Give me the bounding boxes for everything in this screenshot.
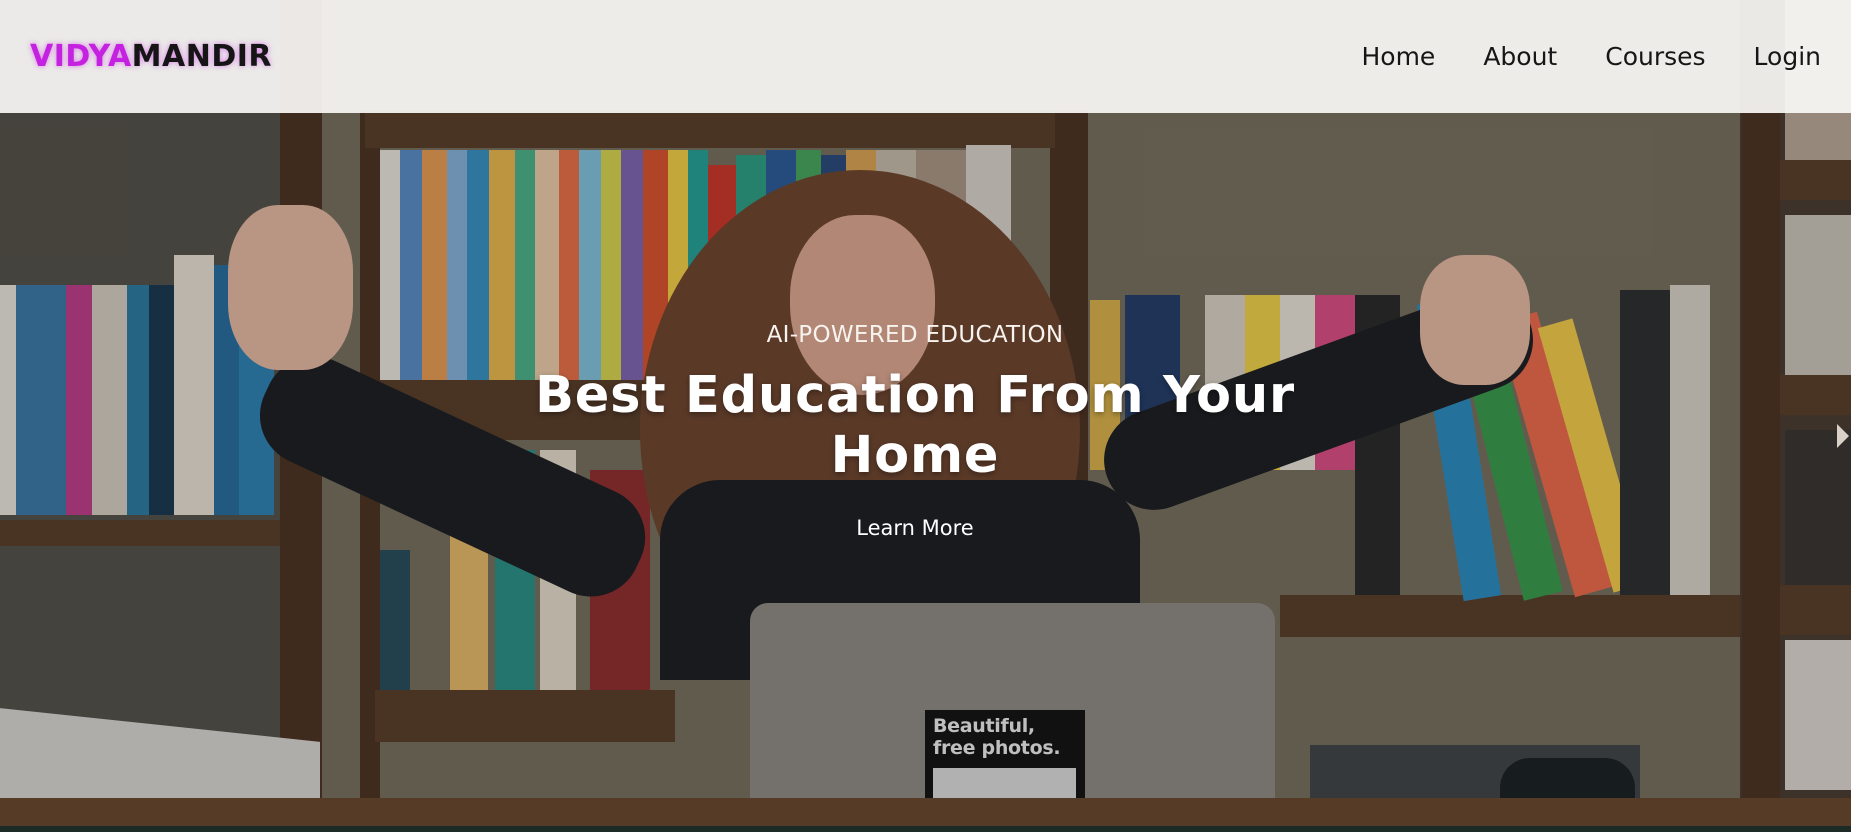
nav-about[interactable]: About (1483, 42, 1557, 71)
logo-part1: VIDYA (30, 39, 132, 74)
hero-headline: Best Education From Your Home (515, 366, 1315, 486)
hero-headline-line1: Best Education From Your (535, 366, 1295, 425)
nav-courses[interactable]: Courses (1605, 42, 1705, 71)
brand-logo[interactable]: VIDYA MANDIR (30, 39, 272, 74)
logo-part2: MANDIR (131, 39, 273, 74)
chevron-right-icon[interactable] (1837, 424, 1849, 448)
hero-headline-line2: Home (830, 426, 1000, 485)
main-nav: Home About Courses Login (1361, 42, 1821, 71)
hero-eyebrow: AI-POWERED EDUCATION (766, 322, 1064, 348)
bottom-edge (0, 826, 1851, 832)
hero-content: AI-POWERED EDUCATION Best Education From… (515, 322, 1315, 540)
nav-home[interactable]: Home (1361, 42, 1435, 71)
nav-login[interactable]: Login (1754, 42, 1821, 71)
navbar: VIDYA MANDIR Home About Courses Login (0, 0, 1851, 113)
learn-more-button[interactable]: Learn More (856, 516, 973, 540)
